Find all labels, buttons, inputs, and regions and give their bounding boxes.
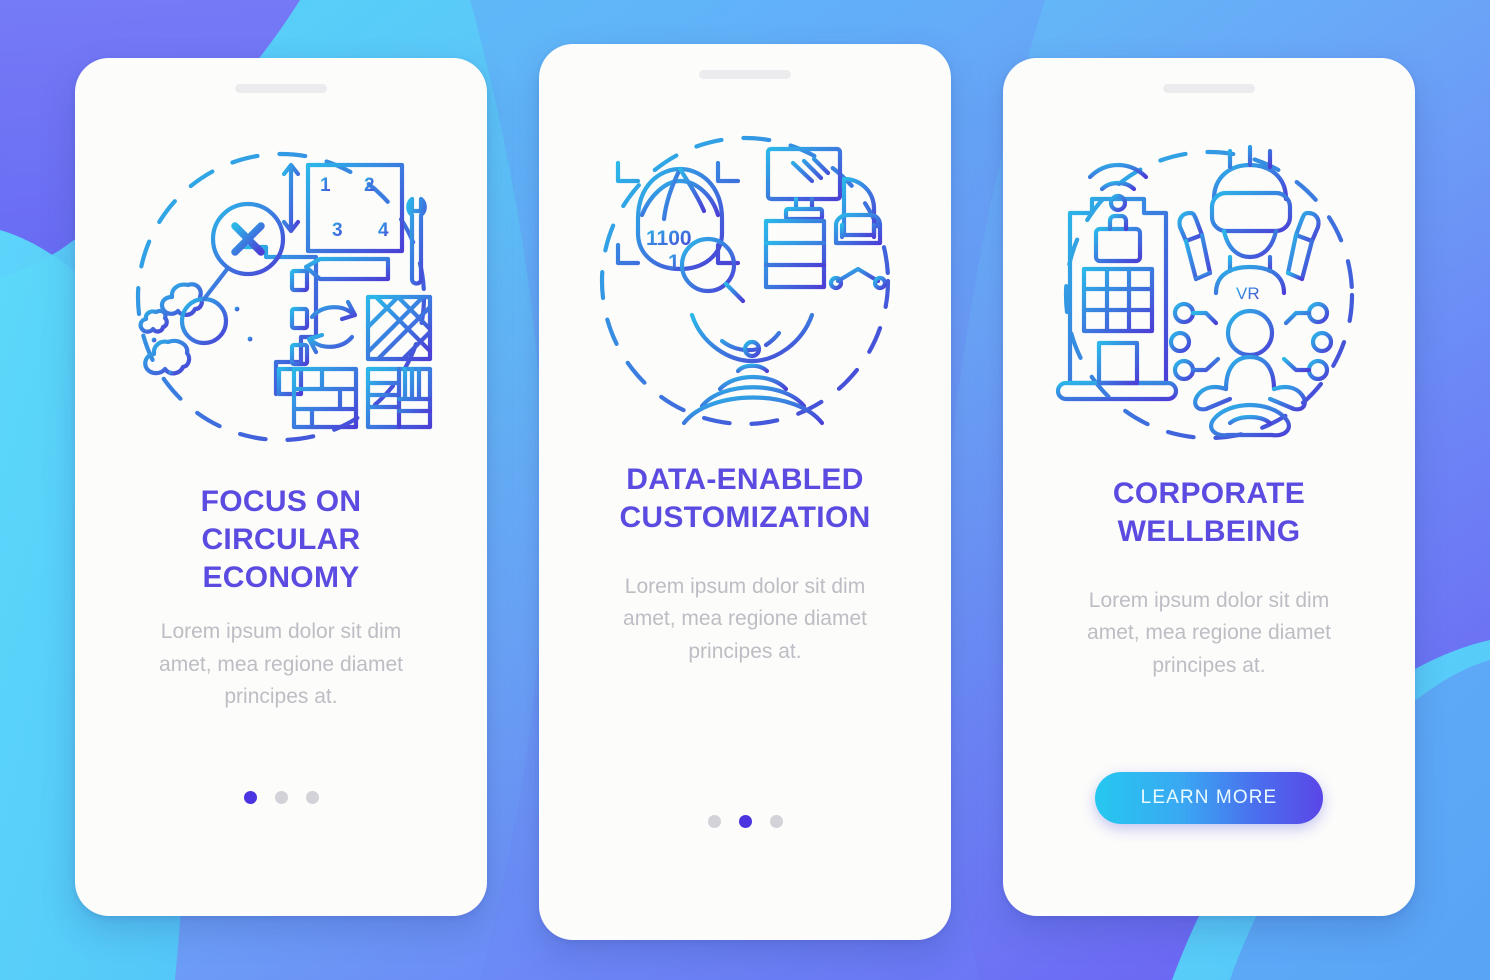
corporate-wellbeing-illustration: VR (1044, 137, 1374, 457)
svg-text:4: 4 (378, 220, 389, 241)
svg-text:VR: VR (1236, 284, 1260, 303)
svg-text:2: 2 (364, 175, 375, 196)
pagination-dot-2[interactable] (274, 791, 288, 804)
phone-speaker-icon (699, 70, 791, 79)
screen-title: CORPORATE WELLBEING (1112, 477, 1306, 548)
learn-more-button[interactable]: LEARN MORE (1095, 772, 1323, 824)
screen-body-text: Lorem ipsum dolor sit dim amet, mea regi… (159, 620, 403, 709)
pagination-dot-2[interactable] (738, 815, 752, 828)
phone-speaker-icon (1163, 84, 1255, 93)
data-customization-svg: 1100 1 (599, 135, 891, 427)
data-customization-illustration: 1100 1 (580, 123, 910, 443)
phone-screen-corporate-wellbeing: VR CORPORATE WELLBEING Lorem ipsum dolor… (1003, 58, 1415, 916)
pagination-dot-1[interactable] (707, 815, 721, 828)
pagination-dot-1[interactable] (243, 791, 257, 804)
pagination-dot-3[interactable] (305, 791, 319, 804)
screen-title: DATA-ENABLED CUSTOMIZATION (619, 463, 871, 534)
pagination-dots[interactable] (243, 791, 319, 804)
screen-body-text: Lorem ipsum dolor sit dim amet, mea regi… (623, 574, 867, 663)
phone-screen-circular-economy: 1 2 3 4 FOCUS ON CIRCULAR ECONOMY Lorem … (75, 58, 487, 916)
svg-text:1: 1 (668, 251, 680, 274)
svg-text:3: 3 (332, 220, 343, 241)
corporate-wellbeing-svg: VR (1055, 144, 1355, 441)
svg-text:1: 1 (320, 175, 331, 196)
phone-screen-data-customization: 1100 1 DATA-ENABLED CUSTOMIZATION Lorem … (539, 44, 951, 940)
circular-economy-svg: 1 2 3 4 (135, 151, 433, 443)
circular-economy-illustration: 1 2 3 4 (116, 137, 446, 457)
screen-body-text: Lorem ipsum dolor sit dim amet, mea regi… (1087, 588, 1331, 677)
pagination-dot-3[interactable] (769, 815, 783, 828)
svg-text:1100: 1100 (646, 227, 692, 250)
phone-speaker-icon (235, 84, 327, 93)
screen-title: FOCUS ON CIRCULAR ECONOMY (200, 485, 362, 594)
pagination-dots[interactable] (707, 815, 783, 828)
onboarding-screens-row: 1 2 3 4 FOCUS ON CIRCULAR ECONOMY Lorem … (0, 0, 1490, 980)
